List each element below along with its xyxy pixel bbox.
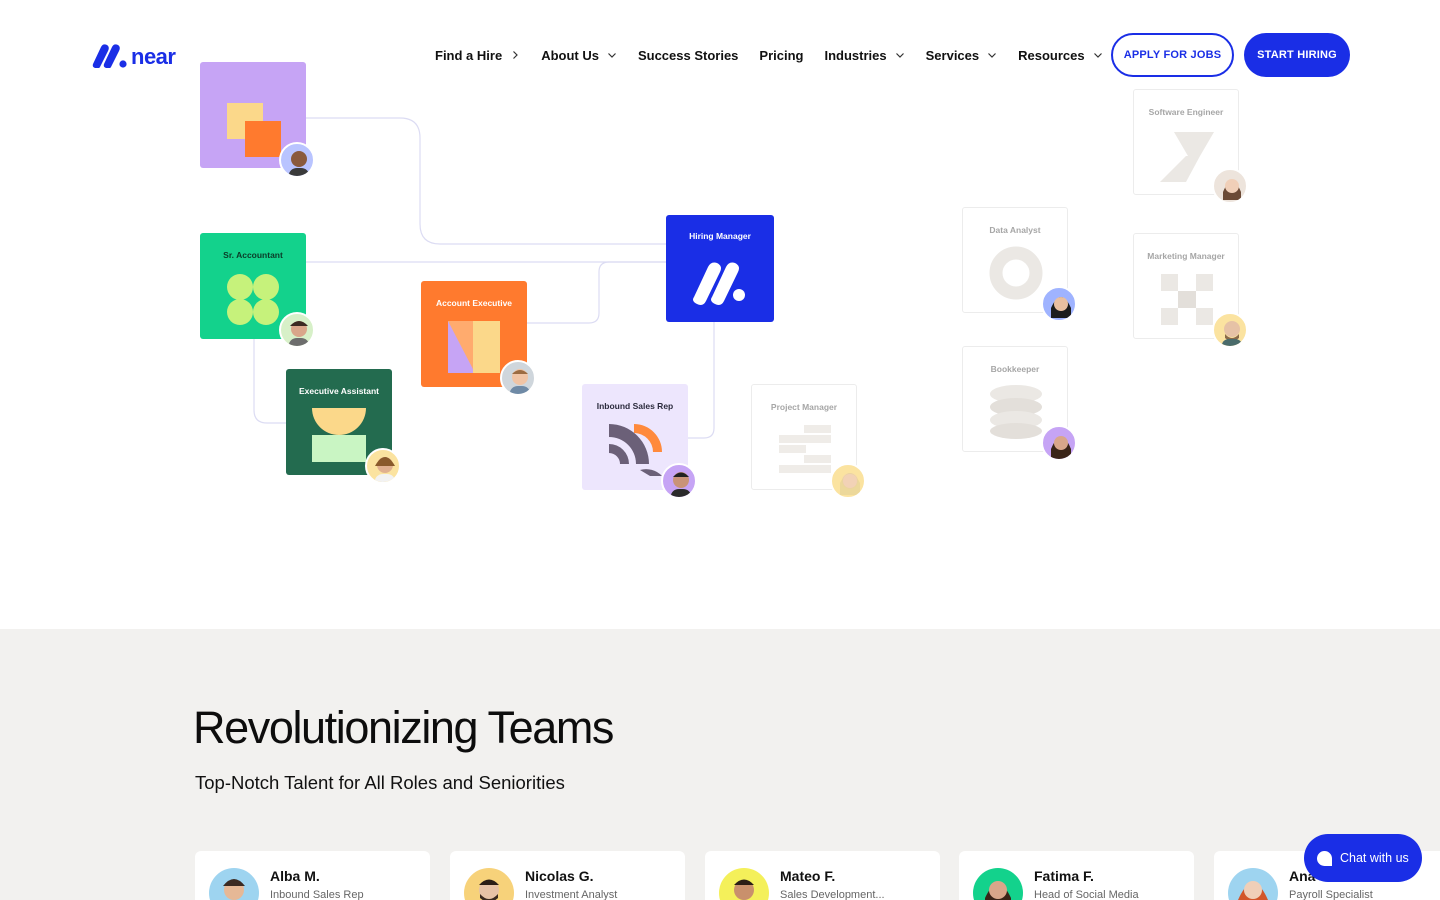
near-logo-icon (92, 44, 127, 68)
nav-label: About Us (541, 47, 599, 63)
talent-card[interactable]: Nicolas G. Investment Analyst (450, 851, 685, 900)
avatar (279, 312, 315, 348)
section-subtitle: Top-Notch Talent for All Roles and Senio… (195, 772, 565, 793)
chat-with-us-button[interactable]: Chat with us (1304, 834, 1422, 882)
nav-industries[interactable]: Industries (825, 48, 905, 63)
avatar (365, 448, 401, 484)
avatar (1228, 868, 1278, 900)
site-header: near Find a Hire About Us Success Storie… (0, 0, 1440, 110)
start-hiring-button[interactable]: START HIRING (1244, 33, 1350, 77)
talent-role: Sales Development... (780, 889, 885, 900)
nav-label: Services (925, 47, 980, 63)
avatar (279, 142, 315, 178)
nav-about-us[interactable]: About Us (541, 48, 617, 63)
chat-label: Chat with us (1340, 851, 1409, 865)
section-title: Revolutionizing Teams (193, 702, 614, 753)
avatar (1212, 168, 1248, 204)
talent-name: Fatima F. (1034, 868, 1094, 884)
avatar (719, 868, 769, 900)
chevron-down-icon (895, 53, 904, 58)
talent-role: Head of Social Media (1034, 889, 1139, 900)
avatar (500, 360, 536, 396)
nav-label: Success Stories (637, 47, 739, 63)
apply-for-jobs-button[interactable]: APPLY FOR JOBS (1111, 33, 1234, 77)
nav-find-a-hire[interactable]: Find a Hire (435, 48, 520, 63)
talent-card[interactable]: Mateo F. Sales Development... (705, 851, 940, 900)
teams-section: Revolutionizing Teams Top-Notch Talent f… (0, 629, 1440, 900)
chevron-down-icon (1093, 53, 1102, 58)
avatar (661, 463, 697, 499)
avatar (830, 463, 866, 499)
chevron-down-icon (988, 53, 997, 58)
talent-card[interactable]: Alba M. Inbound Sales Rep (195, 851, 430, 900)
role-card-hiring-manager: Hiring Manager (666, 215, 774, 322)
nav-success-stories[interactable]: Success Stories (638, 48, 738, 63)
avatar (464, 868, 514, 900)
avatar (1041, 425, 1077, 461)
talent-role: Payroll Specialist (1289, 889, 1373, 900)
nav-label: Resources (1018, 47, 1085, 63)
talent-role: Inbound Sales Rep (270, 889, 364, 900)
nav-label: Industries (824, 47, 887, 63)
nav-services[interactable]: Services (926, 48, 998, 63)
nav-label: Pricing (759, 47, 804, 63)
chevron-right-icon (513, 51, 519, 59)
talent-card[interactable]: Fatima F. Head of Social Media (959, 851, 1194, 900)
nav-label: Find a Hire (435, 47, 503, 63)
avatar (973, 868, 1023, 900)
talent-name: Mateo F. (780, 868, 836, 884)
chat-bubble-icon (1317, 850, 1332, 866)
talent-name: Nicolas G. (525, 868, 594, 884)
near-logo-icon (693, 262, 745, 305)
talent-name: Alba M. (270, 868, 320, 884)
main-nav: Find a Hire About Us Success Stories Pri… (435, 46, 1124, 64)
nav-resources[interactable]: Resources (1018, 48, 1102, 63)
near-logo[interactable]: near (92, 42, 176, 69)
brand-name: near (131, 44, 176, 69)
talent-role: Investment Analyst (525, 889, 618, 900)
avatar (1041, 286, 1077, 322)
avatar (1212, 312, 1248, 348)
avatar (209, 868, 259, 900)
chevron-down-icon (608, 53, 616, 58)
nav-pricing[interactable]: Pricing (759, 48, 803, 63)
